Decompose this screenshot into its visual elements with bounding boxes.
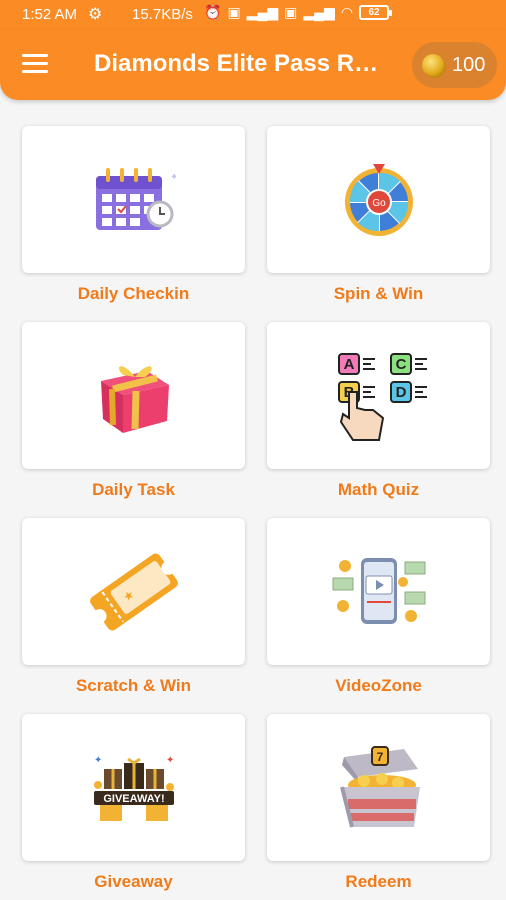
treasure-chest-icon: 7 [339,745,420,827]
svg-text:GIVEAWAY!: GIVEAWAY! [103,793,164,805]
videozone-tile[interactable]: VideoZone [267,518,490,714]
giveaway-tile[interactable]: GIVEAWAY! ✦ ✦ Giveaway [22,714,245,900]
daily-checkin-tile[interactable]: ✦ Daily Checkin [22,126,245,322]
daily-checkin-label: Daily Checkin [77,284,190,303]
ticket-icon: ★ [89,552,178,631]
battery-icon: 62 [359,5,393,20]
giveaway-icon: GIVEAWAY! ✦ ✦ [93,755,174,821]
network-speed: 15.7KB/s [132,6,193,23]
signal2-icon: ▂▄▆ [303,4,335,20]
hamburger-menu-icon[interactable] [22,54,48,74]
spin-win-card[interactable]: Go [267,126,490,273]
sim-icon: ▣ [227,4,241,20]
status-icons: ⏰ ▣ ▂▄▆ ▣ ▂▄▆ ◠ 62 [204,4,393,21]
svg-text:✦: ✦ [94,755,102,766]
gift-box-icon [100,365,169,433]
giveaway-card[interactable]: GIVEAWAY! ✦ ✦ [22,714,245,861]
redeem-tile[interactable]: 7 Redeem [267,714,490,900]
svg-text:✦: ✦ [166,755,174,766]
math-quiz-card[interactable]: A C B D [267,322,490,469]
spin-win-label: Spin & Win [333,284,424,303]
svg-text:C: C [395,356,406,373]
redeem-card[interactable]: 7 [267,714,490,861]
daily-checkin-card[interactable]: ✦ [22,126,245,273]
svg-text:A: A [343,356,354,373]
redeem-label: Redeem [345,872,412,891]
daily-task-card[interactable] [22,322,245,469]
coin-icon [422,54,444,76]
coin-balance[interactable]: 100 [412,42,497,88]
wifi-icon: ◠ [340,4,354,20]
alarm-icon: ⏰ [204,4,222,20]
signal-icon: ▂▄▆ [246,4,279,20]
menu-grid: ✦ Daily Checkin Go Spin & Win Daily Task… [22,126,490,900]
scratch-win-label: Scratch & Win [75,676,192,695]
quiz-abcd-icon: A C B D [337,352,427,441]
app-bar: Diamonds Elite Pass Rewards 100 [0,30,506,100]
svg-text:✦: ✦ [170,172,176,183]
svg-text:Go: Go [372,198,386,209]
settings-gear-icon: ⚙ [88,6,103,23]
daily-task-label: Daily Task [92,480,175,499]
status-time: 1:52 AM [22,6,78,23]
svg-text:7: 7 [376,750,383,764]
math-quiz-label: Math Quiz [337,480,420,499]
coin-count: 100 [452,53,486,76]
videozone-label: VideoZone [335,676,422,695]
video-phone-icon [332,557,425,624]
videozone-card[interactable] [267,518,490,665]
daily-task-tile[interactable]: Daily Task [22,322,245,518]
status-bar: 1:52 AM ⚙ 15.7KB/s ⏰ ▣ ▂▄▆ ▣ ▂▄▆ ◠ 62 [0,0,506,30]
battery-level: 62 [368,7,380,18]
scratch-win-card[interactable]: ★ [22,518,245,665]
math-quiz-tile[interactable]: A C B D Math Quiz [267,322,490,518]
spin-wheel-icon: Go [344,163,413,236]
giveaway-label: Giveaway [94,872,173,891]
page-title: Diamonds Elite Pass Rewards [94,50,384,77]
spin-win-tile[interactable]: Go Spin & Win [267,126,490,322]
calendar-icon: ✦ [95,167,176,230]
sim2-icon: ▣ [284,4,298,20]
scratch-win-tile[interactable]: ★ Scratch & Win [22,518,245,714]
svg-text:D: D [395,384,406,401]
